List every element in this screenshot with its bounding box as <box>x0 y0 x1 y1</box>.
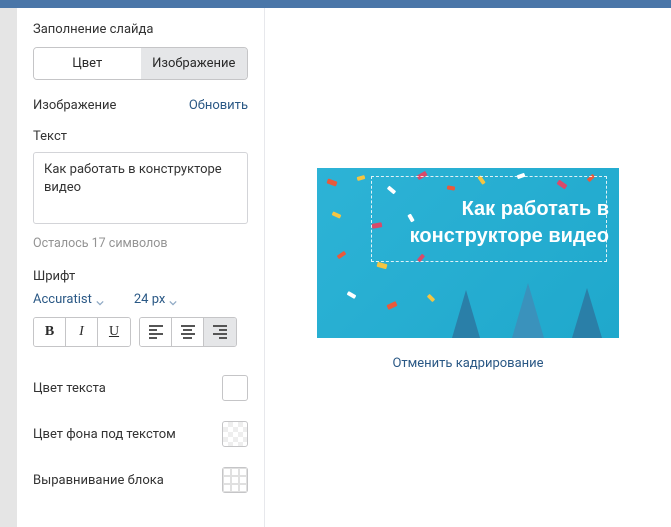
image-label: Изображение <box>33 98 116 113</box>
slide-preview[interactable]: Как работать в конструкторе видео <box>317 168 619 338</box>
font-family-dropdown[interactable]: Accuratist <box>33 292 104 307</box>
overlay-text: Как работать в конструкторе видео <box>409 196 609 250</box>
format-toolbar: B I U <box>33 317 248 347</box>
left-gutter <box>0 8 17 527</box>
align-group <box>139 317 237 347</box>
align-center-icon <box>181 325 195 339</box>
cancel-crop-link[interactable]: Отменить кадрирование <box>392 356 543 371</box>
bg-color-row: Цвет фона под текстом <box>33 411 248 457</box>
font-label: Шрифт <box>33 269 248 284</box>
font-size-value: 24 px <box>134 292 166 307</box>
update-link[interactable]: Обновить <box>189 98 248 113</box>
italic-button[interactable]: I <box>66 318 98 346</box>
fill-tabs: Цвет Изображение <box>33 47 248 80</box>
text-color-swatch[interactable] <box>222 375 248 401</box>
align-right-icon <box>213 325 227 339</box>
text-color-row: Цвет текста <box>33 365 248 411</box>
tab-color[interactable]: Цвет <box>34 48 141 79</box>
top-bar <box>0 0 671 8</box>
style-group: B I U <box>33 317 131 347</box>
preview-area: Как работать в конструкторе видео Отмени… <box>265 8 671 527</box>
chevron-down-icon <box>169 296 177 304</box>
align-left-icon <box>149 325 163 339</box>
align-left-button[interactable] <box>140 318 172 346</box>
image-row: Изображение Обновить <box>33 98 248 113</box>
block-align-label: Выравнивание блока <box>33 473 164 488</box>
font-row: Accuratist 24 px <box>33 292 248 307</box>
font-family-value: Accuratist <box>33 292 92 307</box>
text-input[interactable] <box>33 152 248 224</box>
tab-image[interactable]: Изображение <box>141 48 248 79</box>
align-right-button[interactable] <box>204 318 236 346</box>
panel-title: Заполнение слайда <box>33 22 248 37</box>
chars-left: Осталось 17 символов <box>33 236 248 251</box>
bg-color-swatch[interactable] <box>222 421 248 447</box>
main: Заполнение слайда Цвет Изображение Изобр… <box>0 8 671 527</box>
settings-panel: Заполнение слайда Цвет Изображение Изобр… <box>17 8 265 527</box>
chevron-down-icon <box>96 296 104 304</box>
bold-button[interactable]: B <box>34 318 66 346</box>
font-size-dropdown[interactable]: 24 px <box>134 292 178 307</box>
underline-button[interactable]: U <box>98 318 130 346</box>
block-align-grid[interactable] <box>222 467 248 493</box>
text-color-label: Цвет текста <box>33 381 106 396</box>
text-label: Текст <box>33 129 248 144</box>
align-center-button[interactable] <box>172 318 204 346</box>
bg-color-label: Цвет фона под текстом <box>33 427 176 442</box>
block-align-row: Выравнивание блока <box>33 457 248 503</box>
